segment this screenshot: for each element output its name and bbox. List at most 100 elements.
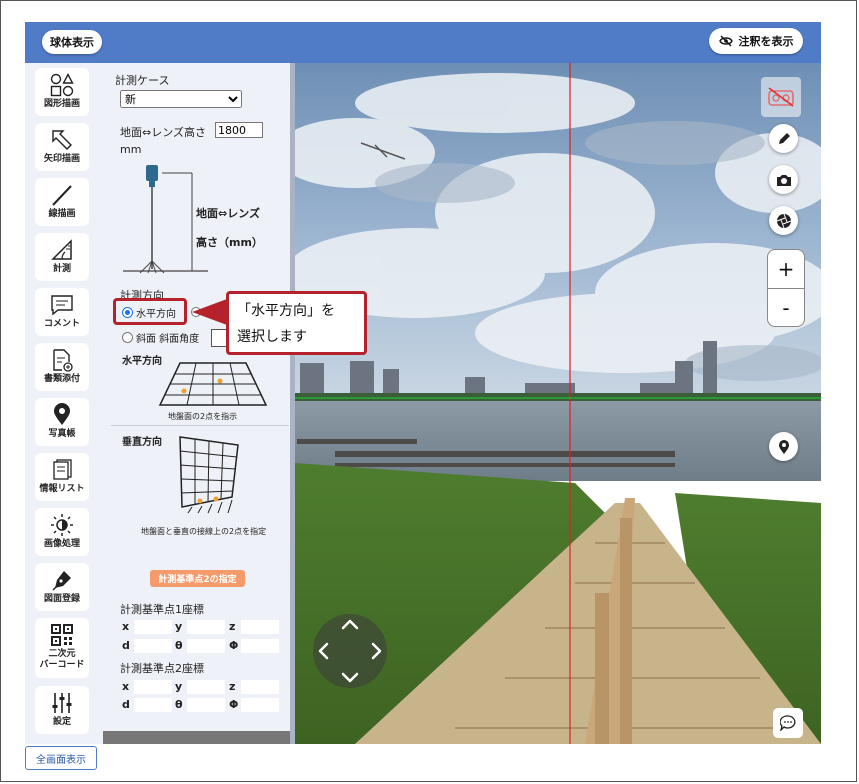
- vertical-title: 垂直方向: [122, 437, 162, 448]
- tool-label: 図形描画: [43, 99, 80, 109]
- zoom-control: + -: [767, 249, 805, 327]
- vr-toggle-button[interactable]: [761, 77, 801, 117]
- tool-document-attach[interactable]: 書類添付: [35, 343, 89, 391]
- tool-label: 図面登録: [43, 594, 80, 604]
- vertical-grid-diagram: [179, 436, 239, 514]
- tool-sidebar: 図形描画 矢印描画 線描画 計測 コメント 書類添付 写真帳 情報リスト 画像処…: [25, 63, 103, 744]
- tool-label-line1: 二次元: [48, 649, 76, 659]
- tool-arrow-draw[interactable]: 矢印描画: [35, 123, 89, 171]
- callout-pointer: [192, 299, 227, 325]
- panel-horizontal-scrollbar[interactable]: [103, 731, 290, 744]
- measurement-panel: 計測ケース 新 地面⇔レンズ高さ mm 地面⇔レンズ 高さ（mm） 計測方向 水…: [103, 63, 292, 744]
- sphere-view-button[interactable]: 球体表示: [42, 30, 102, 54]
- horizontal-title: 水平方向: [122, 356, 162, 367]
- info-list-icon: [53, 459, 72, 480]
- measure-icon: [51, 239, 72, 260]
- coord-phi-label: Φ: [229, 639, 239, 652]
- point2-button-label: 計測基準点2の指定: [158, 575, 237, 585]
- line-icon: [52, 185, 72, 206]
- height-unit: mm: [120, 143, 142, 156]
- height-input[interactable]: [215, 122, 263, 138]
- tool-measure[interactable]: 計測: [35, 233, 89, 281]
- case-label: 計測ケース: [115, 74, 170, 87]
- zoom-out-button[interactable]: -: [768, 289, 804, 326]
- draw-button[interactable]: [769, 124, 798, 153]
- brightness-icon: [51, 514, 73, 536]
- tool-info-list[interactable]: 情報リスト: [35, 453, 89, 501]
- case-select[interactable]: 新: [120, 90, 242, 108]
- callout-line-2: 選択します: [237, 329, 307, 345]
- location-button[interactable]: [769, 432, 798, 461]
- coord-x-value: [134, 620, 172, 634]
- coord-d-value: [134, 698, 172, 712]
- coord-x-value: [134, 680, 172, 694]
- point2-title: 計測基準点2座標: [120, 662, 204, 675]
- tool-label: 矢印描画: [43, 154, 80, 164]
- diagram-label-2: 高さ（mm）: [196, 236, 263, 249]
- tool-qr-code[interactable]: 二次元 バーコード: [35, 618, 89, 678]
- tool-drawing-register[interactable]: 図面登録: [35, 563, 89, 611]
- coord-theta-label: θ: [175, 639, 183, 652]
- zoom-in-button[interactable]: +: [768, 250, 804, 288]
- radio-slope-option[interactable]: 斜面 斜面角度: [122, 330, 199, 345]
- tool-image-processing[interactable]: 画像処理: [35, 508, 89, 556]
- tool-line-draw[interactable]: 線描画: [35, 178, 89, 226]
- height-label: 地面⇔レンズ高さ: [120, 126, 206, 139]
- coord-y-label: y: [175, 680, 183, 693]
- tool-label: 画像処理: [43, 539, 80, 549]
- coord-phi-value: [241, 698, 279, 712]
- navigation-pad[interactable]: [313, 614, 387, 688]
- coord-z-label: z: [229, 620, 236, 633]
- panorama-viewer[interactable]: + -: [295, 63, 821, 744]
- coord-x-label: x: [122, 680, 130, 693]
- tool-shape-draw[interactable]: 図形描画: [35, 68, 89, 116]
- radio-unselected-icon[interactable]: [122, 332, 133, 343]
- coord-phi-label: Φ: [229, 698, 239, 711]
- pencil-icon: [778, 132, 790, 144]
- radio-highlight-box: [113, 298, 187, 325]
- chat-bubble-icon: [780, 715, 796, 731]
- tool-label: 情報リスト: [39, 484, 85, 494]
- fullscreen-label: 全画面表示: [36, 754, 86, 766]
- coord-phi-value: [241, 639, 279, 653]
- show-annotations-button[interactable]: 注釈を表示: [709, 28, 803, 54]
- coord-theta-value: [187, 639, 225, 653]
- camera-height-diagram: [123, 165, 208, 274]
- map-pin-icon: [778, 439, 789, 454]
- instruction-callout: 「水平方向」を 選択します: [226, 291, 367, 355]
- shapes-icon: [50, 73, 74, 97]
- fullscreen-button[interactable]: 全画面表示: [25, 746, 97, 770]
- tool-photo-book[interactable]: 写真帳: [35, 398, 89, 446]
- sliders-icon: [52, 693, 72, 713]
- coord-z-value: [241, 680, 279, 694]
- coord-y-value: [187, 620, 225, 634]
- coord-z-label: z: [229, 680, 236, 693]
- show-annotations-label: 注釈を表示: [738, 35, 794, 48]
- arrow-icon: [52, 130, 72, 150]
- tool-label: 書類添付: [43, 374, 80, 384]
- tool-label: 線描画: [48, 209, 76, 219]
- coord-x-label: x: [122, 620, 130, 633]
- tool-label-line2: バーコード: [39, 660, 85, 670]
- coord-z-value: [241, 620, 279, 634]
- coord-theta-label: θ: [175, 698, 183, 711]
- coord-y-label: y: [175, 620, 183, 633]
- direction-arrows-icon: [318, 619, 382, 683]
- radio-slope-label: 斜面 斜面角度: [136, 334, 200, 345]
- chat-button[interactable]: [773, 708, 803, 738]
- tool-label: コメント: [43, 319, 80, 329]
- point2-button[interactable]: 計測基準点2の指定: [150, 570, 245, 587]
- tool-label: 写真帳: [48, 429, 76, 439]
- aperture-button[interactable]: [769, 206, 798, 235]
- horizontal-grid-diagram: [158, 362, 268, 406]
- aperture-icon: [776, 213, 791, 228]
- diagram-label-1: 地面⇔レンズ: [196, 207, 260, 220]
- qr-code-icon: [51, 624, 73, 646]
- coord-d-label: d: [122, 639, 130, 652]
- location-pin-icon: [54, 403, 70, 425]
- tool-comment[interactable]: コメント: [35, 288, 89, 336]
- screenshot-button[interactable]: [769, 165, 798, 194]
- tool-settings[interactable]: 設定: [35, 686, 89, 734]
- coord-theta-value: [187, 698, 225, 712]
- tool-label: 計測: [52, 264, 71, 274]
